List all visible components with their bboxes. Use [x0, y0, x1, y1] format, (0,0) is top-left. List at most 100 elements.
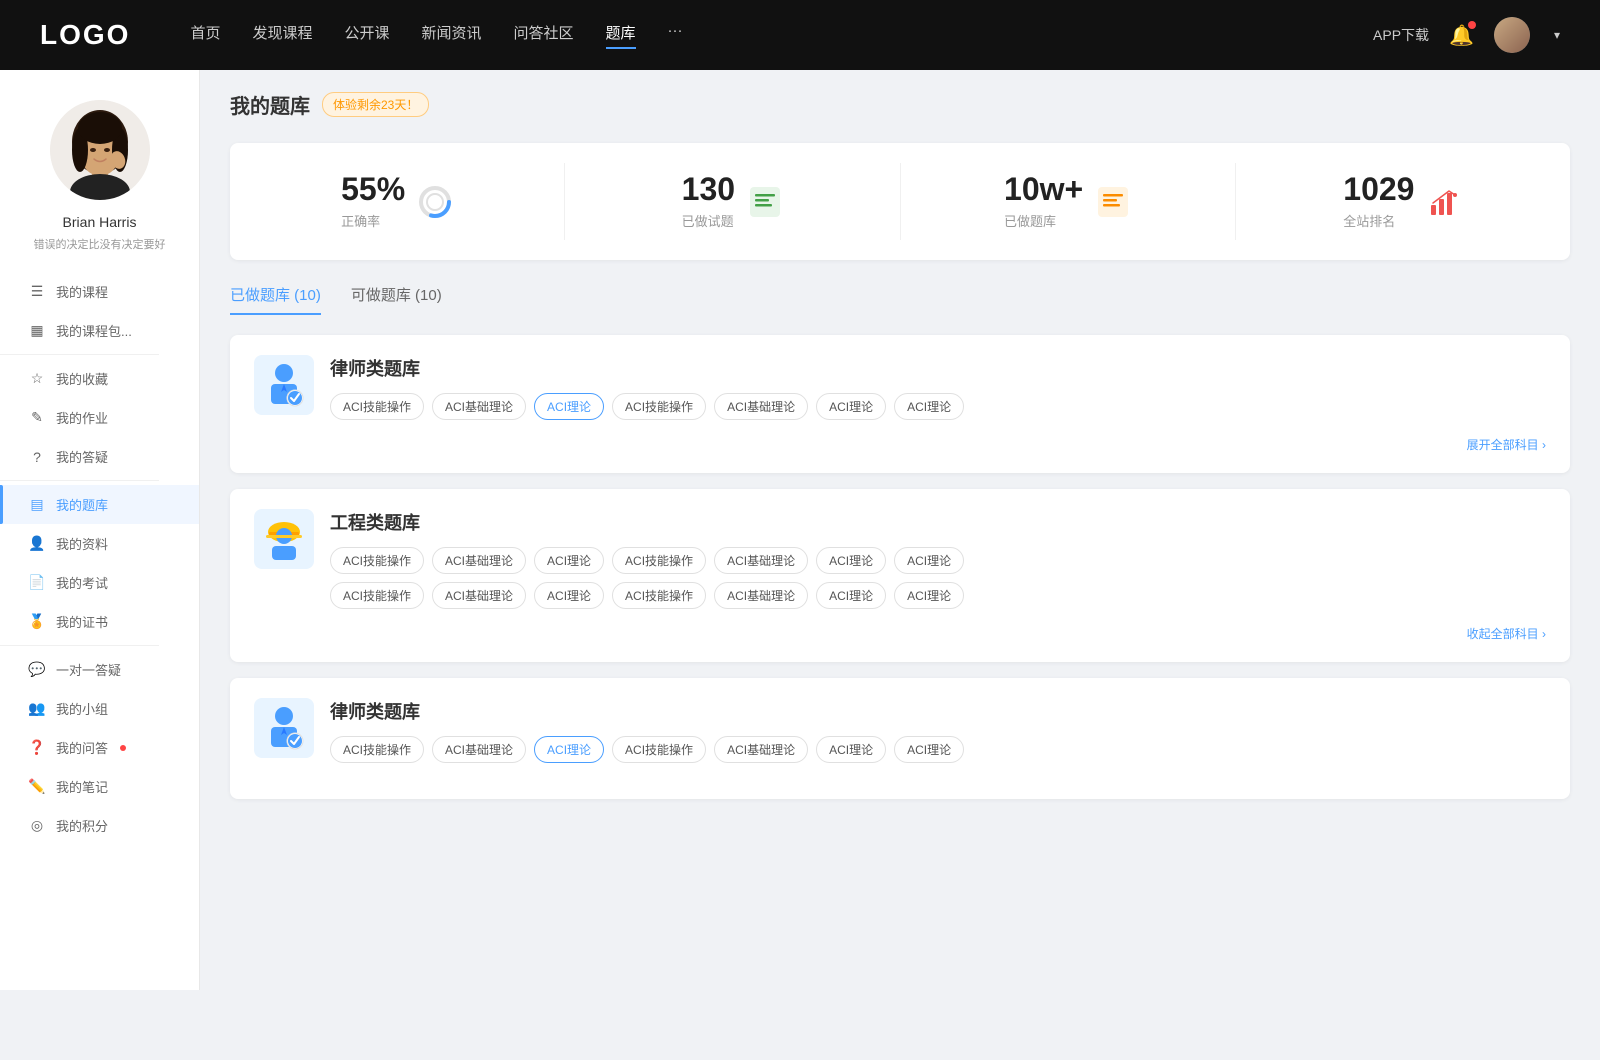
qb-card-engineer-header: 工程类题库 ACI技能操作 ACI基础理论 ACI理论 ACI技能操作 ACI基… [254, 509, 1546, 609]
tag-lawyer1-2[interactable]: ACI基础理论 [432, 393, 526, 420]
tag-eng-3[interactable]: ACI理论 [534, 547, 604, 574]
stat-accuracy-label: 正确率 [341, 211, 405, 230]
tag-eng-4[interactable]: ACI技能操作 [612, 547, 706, 574]
sidebar-label-cert: 我的证书 [56, 612, 108, 631]
qb-card-lawyer-2-body: 律师类题库 ACI技能操作 ACI基础理论 ACI理论 ACI技能操作 ACI基… [330, 698, 1546, 763]
qb-card-lawyer-1-expand[interactable]: 展开全部科目 › [254, 436, 1546, 453]
tag-eng-12[interactable]: ACI基础理论 [714, 582, 808, 609]
sidebar-item-profile[interactable]: 👤 我的资料 [0, 524, 199, 563]
qb-card-lawyer-1: 律师类题库 ACI技能操作 ACI基础理论 ACI理论 ACI技能操作 ACI基… [230, 335, 1570, 473]
qb-card-engineer-collapse[interactable]: 收起全部科目 › [254, 625, 1546, 642]
tag-lawyer2-1[interactable]: ACI技能操作 [330, 736, 424, 763]
notification-bell[interactable]: 🔔 [1449, 23, 1474, 48]
stat-ranking-icon [1426, 184, 1462, 220]
tag-eng-9[interactable]: ACI基础理论 [432, 582, 526, 609]
tag-eng-6[interactable]: ACI理论 [816, 547, 886, 574]
stat-done-banks-value: 10w+ [1004, 173, 1083, 205]
question-icon: ? [28, 449, 46, 465]
tag-lawyer2-5[interactable]: ACI基础理论 [714, 736, 808, 763]
tag-lawyer1-4[interactable]: ACI技能操作 [612, 393, 706, 420]
sidebar-item-tiku[interactable]: ▤ 我的题库 [0, 485, 199, 524]
sidebar-label-favorites: 我的收藏 [56, 369, 108, 388]
tab-done-banks[interactable]: 已做题库 (10) [230, 284, 321, 315]
tag-eng-13[interactable]: ACI理论 [816, 582, 886, 609]
stat-ranking-label: 全站排名 [1343, 211, 1414, 230]
sidebar-divider-3 [0, 645, 159, 646]
stat-done-banks-icon [1095, 184, 1131, 220]
profile-icon: 👤 [28, 535, 46, 552]
lawyer-icon-wrap [254, 355, 314, 415]
nav-qa[interactable]: 问答社区 [514, 22, 574, 49]
tag-lawyer2-3[interactable]: ACI理论 [534, 736, 604, 763]
tag-lawyer2-7[interactable]: ACI理论 [894, 736, 964, 763]
main-layout: Brian Harris 错误的决定比没有决定要好 ☰ 我的课程 ▦ 我的课程包… [0, 70, 1600, 990]
tag-eng-14[interactable]: ACI理论 [894, 582, 964, 609]
tag-lawyer1-6[interactable]: ACI理论 [816, 393, 886, 420]
sidebar-divider-2 [0, 480, 159, 481]
tag-lawyer1-5[interactable]: ACI基础理论 [714, 393, 808, 420]
stats-bar: 55% 正确率 130 已做试题 [230, 143, 1570, 260]
sidebar-item-homework[interactable]: ✎ 我的作业 [0, 398, 199, 437]
sidebar-item-question[interactable]: ? 我的答疑 [0, 437, 199, 476]
tag-lawyer1-1[interactable]: ACI技能操作 [330, 393, 424, 420]
stat-done-questions-label: 已做试题 [682, 211, 735, 230]
qb-card-engineer-tags-row1: ACI技能操作 ACI基础理论 ACI理论 ACI技能操作 ACI基础理论 AC… [330, 547, 1546, 574]
sidebar-label-exam: 我的考试 [56, 573, 108, 592]
tag-lawyer2-6[interactable]: ACI理论 [816, 736, 886, 763]
tag-lawyer2-2[interactable]: ACI基础理论 [432, 736, 526, 763]
homework-icon: ✎ [28, 409, 46, 426]
tag-eng-8[interactable]: ACI技能操作 [330, 582, 424, 609]
stat-done-banks: 10w+ 已做题库 [901, 163, 1236, 240]
qb-card-lawyer-2-tags: ACI技能操作 ACI基础理论 ACI理论 ACI技能操作 ACI基础理论 AC… [330, 736, 1546, 763]
sidebar-label-points: 我的积分 [56, 816, 108, 835]
nav-opencourse[interactable]: 公开课 [344, 22, 389, 49]
cert-icon: 🏅 [28, 613, 46, 630]
stat-ranking: 1029 全站排名 [1236, 163, 1570, 240]
sidebar-item-cert[interactable]: 🏅 我的证书 [0, 602, 199, 641]
qb-card-lawyer-2-title: 律师类题库 [330, 698, 1546, 724]
sidebar-item-notes[interactable]: ✏️ 我的笔记 [0, 767, 199, 806]
tag-eng-10[interactable]: ACI理论 [534, 582, 604, 609]
user-avatar[interactable] [1494, 17, 1530, 53]
nav-more[interactable]: ··· [668, 22, 683, 49]
qb-card-engineer-title: 工程类题库 [330, 509, 1546, 535]
sidebar-item-course-package[interactable]: ▦ 我的课程包... [0, 311, 199, 350]
sidebar-item-myqa[interactable]: ❓ 我的问答 [0, 728, 199, 767]
sidebar-item-my-course[interactable]: ☰ 我的课程 [0, 272, 199, 311]
user-name: Brian Harris [63, 214, 137, 230]
sidebar-label-notes: 我的笔记 [56, 777, 108, 796]
tag-eng-1[interactable]: ACI技能操作 [330, 547, 424, 574]
stat-accuracy-text: 55% 正确率 [341, 173, 405, 230]
nav-right: APP下载 🔔 ▾ [1373, 17, 1560, 53]
sidebar-item-group[interactable]: 👥 我的小组 [0, 689, 199, 728]
qb-card-engineer: 工程类题库 ACI技能操作 ACI基础理论 ACI理论 ACI技能操作 ACI基… [230, 489, 1570, 662]
qb-card-lawyer-1-header: 律师类题库 ACI技能操作 ACI基础理论 ACI理论 ACI技能操作 ACI基… [254, 355, 1546, 420]
stat-ranking-text: 1029 全站排名 [1343, 173, 1414, 230]
app-download-link[interactable]: APP下载 [1373, 25, 1429, 45]
stat-done-questions: 130 已做试题 [565, 163, 900, 240]
tag-eng-2[interactable]: ACI基础理论 [432, 547, 526, 574]
tab-available-banks[interactable]: 可做题库 (10) [351, 284, 442, 315]
nav-news[interactable]: 新闻资讯 [422, 22, 482, 49]
nav-tiku[interactable]: 题库 [606, 22, 636, 49]
sidebar-item-tutor[interactable]: 💬 一对一答疑 [0, 650, 199, 689]
tag-lawyer1-3[interactable]: ACI理论 [534, 393, 604, 420]
sidebar-item-exam[interactable]: 📄 我的考试 [0, 563, 199, 602]
sidebar-avatar-wrap [50, 100, 150, 200]
sidebar-item-points[interactable]: ◎ 我的积分 [0, 806, 199, 845]
tag-eng-11[interactable]: ACI技能操作 [612, 582, 706, 609]
tag-lawyer2-4[interactable]: ACI技能操作 [612, 736, 706, 763]
nav-discover[interactable]: 发现课程 [252, 22, 312, 49]
sidebar-avatar-image [50, 100, 150, 200]
user-menu-chevron[interactable]: ▾ [1554, 28, 1560, 42]
tag-eng-5[interactable]: ACI基础理论 [714, 547, 808, 574]
tag-eng-7[interactable]: ACI理论 [894, 547, 964, 574]
navbar: LOGO 首页 发现课程 公开课 新闻资讯 问答社区 题库 ··· APP下载 … [0, 0, 1600, 70]
nav-links: 首页 发现课程 公开课 新闻资讯 问答社区 题库 ··· [190, 22, 1373, 49]
engineer-icon-wrap [254, 509, 314, 569]
sidebar-label-group: 我的小组 [56, 699, 108, 718]
stat-done-questions-text: 130 已做试题 [682, 173, 735, 230]
nav-home[interactable]: 首页 [190, 22, 220, 49]
sidebar-item-favorites[interactable]: ☆ 我的收藏 [0, 359, 199, 398]
tag-lawyer1-7[interactable]: ACI理论 [894, 393, 964, 420]
